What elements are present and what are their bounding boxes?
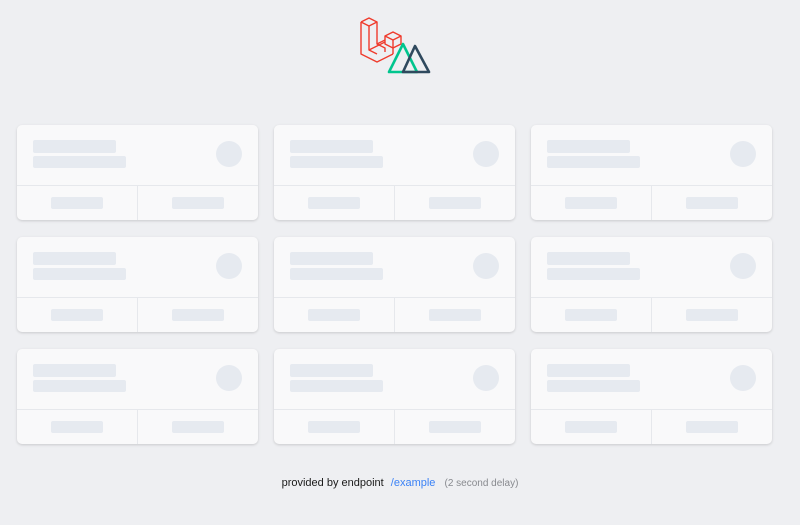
skeleton-card (17, 125, 258, 220)
laravel-icon (360, 17, 402, 63)
card-action-left[interactable] (274, 186, 394, 220)
delay-note: (2 second delay) (444, 478, 519, 489)
card-action-right[interactable] (651, 410, 772, 444)
skeleton-subtitle (33, 380, 126, 392)
skeleton-subtitle (547, 380, 640, 392)
card-action-right[interactable] (651, 186, 772, 220)
card-actions (274, 298, 515, 332)
skeleton-title (547, 140, 630, 153)
skeleton-title (33, 252, 116, 265)
card-header (531, 125, 772, 186)
skeleton-action (686, 309, 738, 321)
skeleton-subtitle (33, 156, 126, 168)
card-action-left[interactable] (17, 410, 137, 444)
card-actions (17, 186, 258, 220)
card-action-right[interactable] (394, 410, 515, 444)
card-action-right[interactable] (394, 186, 515, 220)
footer-prefix: provided by endpoint (281, 477, 384, 489)
skeleton-avatar (216, 141, 242, 167)
skeleton-avatar (473, 141, 499, 167)
card-actions (274, 186, 515, 220)
skeleton-subtitle (290, 380, 383, 392)
skeleton-subtitle (547, 268, 640, 280)
skeleton-card (531, 349, 772, 444)
card-header (17, 237, 258, 298)
skeleton-action (565, 421, 617, 433)
card-header (17, 125, 258, 186)
skeleton-action (429, 421, 481, 433)
card-action-left[interactable] (531, 186, 651, 220)
skeleton-avatar (216, 253, 242, 279)
card-action-left[interactable] (17, 186, 137, 220)
skeleton-card (274, 125, 515, 220)
skeleton-title (547, 364, 630, 377)
skeleton-action (308, 309, 360, 321)
card-header (274, 349, 515, 410)
skeleton-title (33, 364, 116, 377)
card-action-right[interactable] (137, 186, 258, 220)
card-actions (531, 410, 772, 444)
card-header (531, 349, 772, 410)
skeleton-action (51, 309, 103, 321)
card-action-right[interactable] (137, 298, 258, 332)
skeleton-title (290, 252, 373, 265)
card-action-right[interactable] (651, 298, 772, 332)
skeleton-action (686, 197, 738, 209)
skeleton-avatar (216, 365, 242, 391)
skeleton-action (565, 309, 617, 321)
card-header (17, 349, 258, 410)
card-action-left[interactable] (274, 298, 394, 332)
card-header (531, 237, 772, 298)
laravel-nuxt-logo (360, 17, 431, 74)
card-action-left[interactable] (531, 410, 651, 444)
skeleton-action (565, 197, 617, 209)
skeleton-avatar (473, 253, 499, 279)
skeleton-action (308, 421, 360, 433)
card-action-right[interactable] (394, 298, 515, 332)
skeleton-card (274, 349, 515, 444)
skeleton-avatar (730, 141, 756, 167)
skeleton-title (33, 140, 116, 153)
skeleton-action (172, 309, 224, 321)
skeleton-title (547, 252, 630, 265)
skeleton-action (429, 309, 481, 321)
skeleton-title (290, 364, 373, 377)
skeleton-action (308, 197, 360, 209)
card-grid (17, 125, 772, 444)
card-actions (531, 186, 772, 220)
card-actions (531, 298, 772, 332)
skeleton-subtitle (290, 268, 383, 280)
skeleton-card (531, 237, 772, 332)
card-header (274, 125, 515, 186)
card-actions (17, 298, 258, 332)
skeleton-card (274, 237, 515, 332)
card-actions (274, 410, 515, 444)
nuxt-icon (387, 42, 431, 74)
skeleton-card (17, 237, 258, 332)
skeleton-card (17, 349, 258, 444)
skeleton-card (531, 125, 772, 220)
header-logo (358, 16, 434, 76)
skeleton-action (172, 421, 224, 433)
skeleton-action (51, 197, 103, 209)
card-actions (17, 410, 258, 444)
card-action-left[interactable] (17, 298, 137, 332)
skeleton-subtitle (33, 268, 126, 280)
skeleton-subtitle (290, 156, 383, 168)
skeleton-avatar (473, 365, 499, 391)
endpoint-footer: provided by endpoint /example (2 second … (0, 476, 800, 491)
skeleton-avatar (730, 365, 756, 391)
card-action-right[interactable] (137, 410, 258, 444)
skeleton-action (429, 197, 481, 209)
skeleton-subtitle (547, 156, 640, 168)
skeleton-action (51, 421, 103, 433)
card-action-left[interactable] (274, 410, 394, 444)
skeleton-action (686, 421, 738, 433)
card-header (274, 237, 515, 298)
endpoint-link[interactable]: /example (391, 477, 436, 489)
skeleton-title (290, 140, 373, 153)
skeleton-avatar (730, 253, 756, 279)
card-action-left[interactable] (531, 298, 651, 332)
skeleton-action (172, 197, 224, 209)
